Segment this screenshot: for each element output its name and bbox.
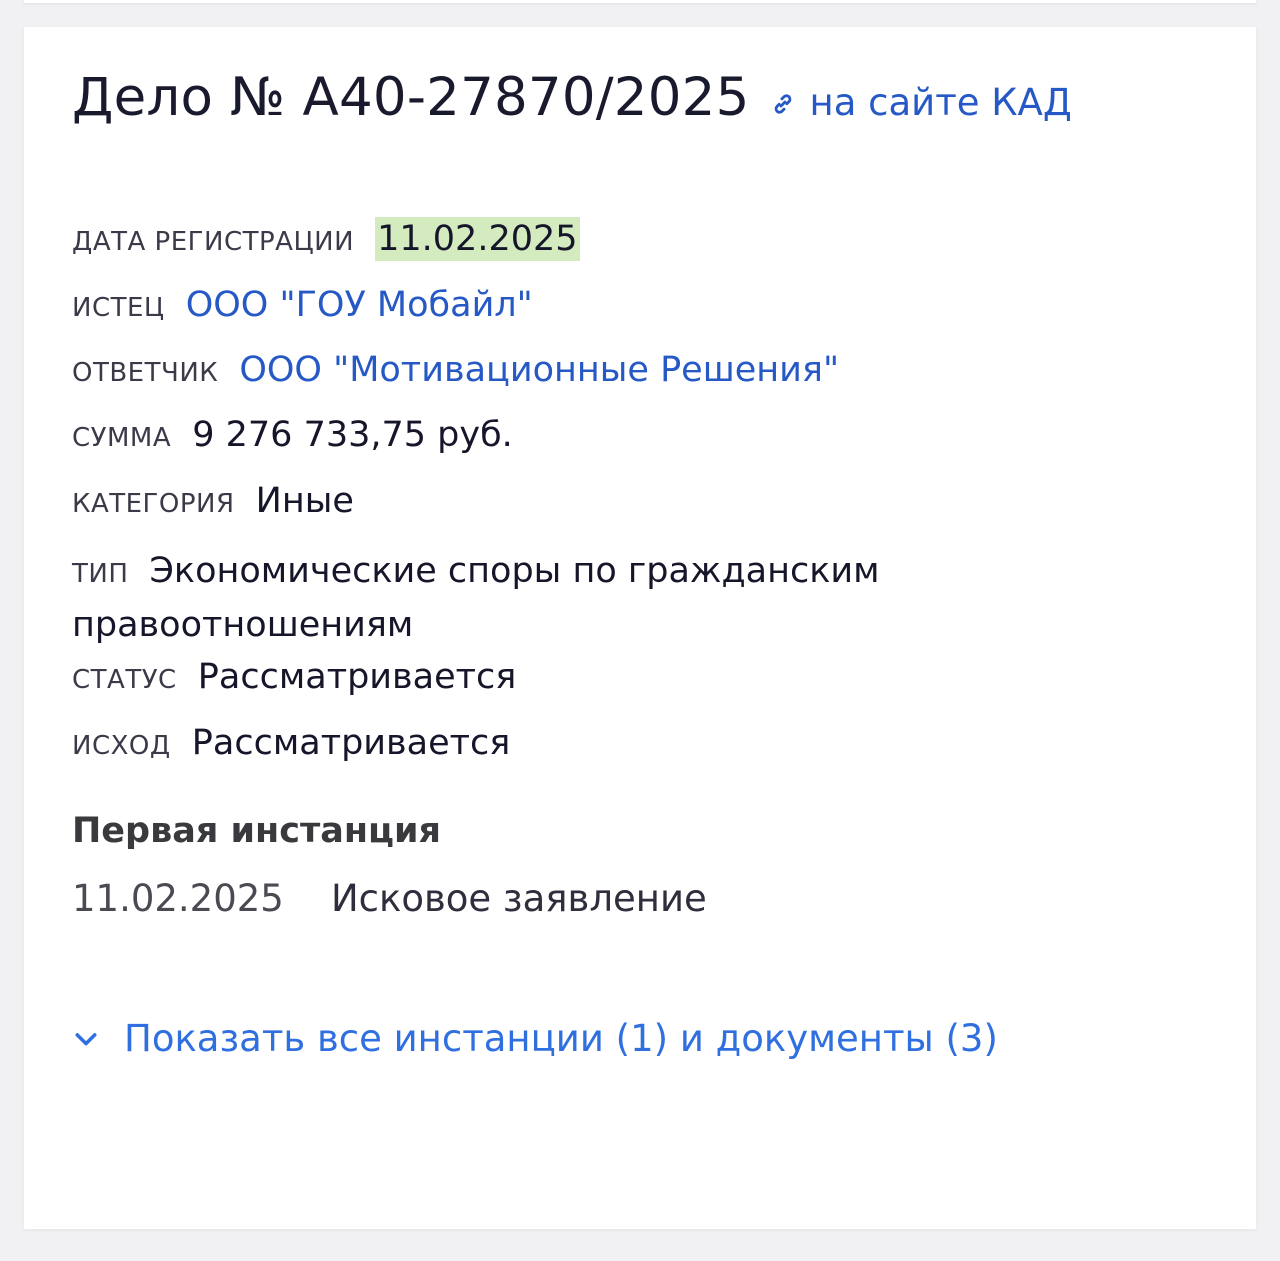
- amount-value: 9 276 733,75 руб.: [192, 415, 513, 455]
- outcome-label: ИСХОД: [72, 731, 171, 761]
- first-instance-title: Первая инстанция: [72, 811, 441, 851]
- type-value: Экономические споры по гражданским право…: [72, 551, 880, 645]
- kad-link-label: на сайте КАД: [809, 81, 1072, 124]
- field-category: КАТЕГОРИЯ Иные: [72, 481, 354, 521]
- amount-label: СУММА: [72, 423, 172, 453]
- plaintiff-link[interactable]: ООО "ГОУ Мобайл": [186, 285, 533, 325]
- link-icon: [774, 94, 791, 114]
- field-outcome: ИСХОД Рассматривается: [72, 723, 510, 763]
- category-value: Иные: [255, 481, 354, 521]
- case-card: Дело № А40-27870/2025 на сайте КАД ДАТА …: [24, 27, 1256, 1229]
- case-title: Дело № А40-27870/2025: [72, 67, 750, 128]
- instance-event-row: 11.02.2025 Исковое заявление: [72, 877, 707, 920]
- field-plaintiff: ИСТЕЦ ООО "ГОУ Мобайл": [72, 285, 533, 325]
- status-value: Рассматривается: [197, 657, 517, 697]
- category-label: КАТЕГОРИЯ: [72, 489, 235, 519]
- kad-link[interactable]: на сайте КАД: [770, 81, 1072, 124]
- show-all-instances-button[interactable]: Показать все инстанции (1) и документы (…: [72, 1017, 998, 1060]
- instance-event-document: Исковое заявление: [330, 877, 707, 920]
- field-defendant: ОТВЕТЧИК ООО "Мотивационные Решения": [72, 350, 839, 390]
- field-amount: СУММА 9 276 733,75 руб.: [72, 415, 513, 455]
- status-label: СТАТУС: [72, 665, 177, 695]
- show-all-instances-label: Показать все инстанции (1) и документы (…: [124, 1017, 998, 1060]
- previous-card-edge: [24, 0, 1256, 3]
- defendant-link[interactable]: ООО "Мотивационные Решения": [239, 350, 839, 390]
- field-type: ТИП Экономические споры по гражданским п…: [72, 547, 972, 655]
- outcome-value: Рассматривается: [191, 723, 511, 763]
- type-label: ТИП: [72, 559, 129, 589]
- field-registration-date: ДАТА РЕГИСТРАЦИИ 11.02.2025: [72, 217, 580, 261]
- registration-date-value: 11.02.2025: [375, 217, 580, 261]
- plaintiff-label: ИСТЕЦ: [72, 293, 165, 323]
- case-header: Дело № А40-27870/2025 на сайте КАД: [72, 67, 1072, 128]
- defendant-label: ОТВЕТЧИК: [72, 358, 219, 388]
- field-status: СТАТУС Рассматривается: [72, 657, 516, 697]
- chevron-down-icon: [75, 1032, 97, 1045]
- instance-event-date: 11.02.2025: [72, 877, 284, 920]
- registration-date-label: ДАТА РЕГИСТРАЦИИ: [72, 227, 355, 257]
